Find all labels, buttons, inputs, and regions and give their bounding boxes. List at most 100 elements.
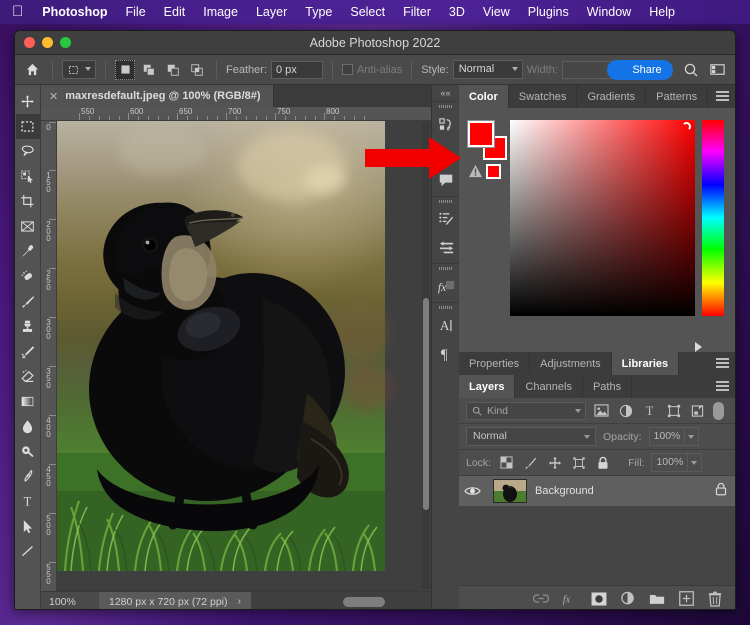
close-icon[interactable]: ✕ [49, 90, 58, 103]
scrollbar-thumb[interactable] [343, 597, 385, 607]
presets-sliders-icon[interactable] [432, 233, 460, 261]
blur-tool[interactable] [16, 414, 40, 439]
dock-grip[interactable] [432, 197, 459, 205]
hue-slider-marker[interactable] [695, 342, 702, 352]
tab-color[interactable]: Color [459, 85, 509, 108]
hue-slider[interactable] [702, 120, 724, 316]
menu-item-photoshop[interactable]: Photoshop [33, 0, 116, 24]
table-row[interactable]: Background [459, 476, 735, 506]
zoom-level[interactable]: 100% [41, 596, 99, 608]
lock-icon[interactable] [715, 482, 727, 501]
path-selection-tool[interactable] [16, 514, 40, 539]
scrollbar-thumb[interactable] [423, 298, 429, 510]
out-of-gamut-swatch[interactable] [486, 164, 501, 179]
eraser-tool[interactable] [16, 364, 40, 389]
eyedropper-tool[interactable] [16, 239, 40, 264]
link-layers-icon[interactable] [533, 591, 549, 607]
brush-tool[interactable] [16, 289, 40, 314]
panel-menu-icon[interactable] [716, 91, 729, 103]
menu-item-file[interactable]: File [117, 0, 155, 24]
object-selection-tool[interactable] [16, 164, 40, 189]
new-adjustment-layer-icon[interactable] [620, 591, 636, 607]
new-layer-icon[interactable] [678, 591, 694, 607]
character-panel-icon[interactable]: A [432, 311, 460, 339]
tool-preset-picker[interactable] [62, 60, 96, 79]
tab-adjustments[interactable]: Adjustments [530, 352, 612, 375]
filter-type-icon[interactable]: T [641, 402, 658, 419]
history-panel-icon[interactable] [432, 110, 460, 138]
lock-image-pixels-icon[interactable] [522, 454, 539, 471]
spot-healing-brush-tool[interactable] [16, 264, 40, 289]
filter-toggle-switch[interactable] [713, 402, 724, 420]
tab-layers[interactable]: Layers [459, 375, 515, 398]
menu-item-select[interactable]: Select [341, 0, 394, 24]
add-to-selection-button[interactable] [139, 60, 159, 80]
filter-shape-icon[interactable] [665, 402, 682, 419]
new-group-icon[interactable] [649, 591, 665, 607]
crop-tool[interactable] [16, 189, 40, 214]
intersect-selection-button[interactable] [187, 60, 207, 80]
layer-styles-fx-icon[interactable]: fx [432, 272, 460, 300]
menu-item-edit[interactable]: Edit [155, 0, 195, 24]
tab-properties[interactable]: Properties [459, 352, 530, 375]
tab-libraries[interactable]: Libraries [612, 352, 679, 375]
opacity-stepper[interactable] [685, 427, 699, 446]
close-window-button[interactable] [24, 37, 35, 48]
line-tool[interactable] [16, 539, 40, 564]
workspace-icon[interactable] [709, 61, 726, 83]
canvas-vertical-scrollbar[interactable] [422, 123, 430, 589]
brush-settings-icon[interactable] [432, 205, 460, 233]
blend-mode-select[interactable]: Normal [466, 427, 596, 446]
menu-item-type[interactable]: Type [296, 0, 341, 24]
layer-list[interactable]: Background [459, 476, 735, 585]
actions-play-icon[interactable] [432, 138, 460, 166]
tab-channels[interactable]: Channels [515, 375, 582, 398]
document-image[interactable] [57, 121, 385, 571]
layer-filter-kind-select[interactable]: Kind [466, 402, 586, 420]
fill-control[interactable]: 100% [651, 453, 702, 472]
menu-item-filter[interactable]: Filter [394, 0, 440, 24]
dock-grip[interactable] [432, 303, 459, 311]
canvas-horizontal-scrollbar[interactable] [251, 592, 431, 611]
paragraph-panel-icon[interactable]: ¶ [432, 339, 460, 367]
status-expander-icon[interactable]: › [238, 592, 252, 611]
menu-item-3d[interactable]: 3D [440, 0, 474, 24]
tab-paths[interactable]: Paths [583, 375, 632, 398]
style-select[interactable]: Normal [453, 60, 523, 79]
filter-adjustment-icon[interactable] [617, 402, 634, 419]
opacity-control[interactable]: 100% [649, 427, 700, 446]
layer-thumbnail[interactable] [493, 479, 527, 503]
home-icon[interactable] [21, 59, 43, 81]
tab-patterns[interactable]: Patterns [646, 85, 708, 108]
dodge-tool[interactable] [16, 439, 40, 464]
rectangular-marquee-tool[interactable] [16, 114, 40, 139]
fill-stepper[interactable] [688, 453, 702, 472]
dock-grip[interactable] [432, 264, 459, 272]
dock-grip[interactable] [432, 102, 459, 110]
clone-stamp-tool[interactable] [16, 314, 40, 339]
fill-value[interactable]: 100% [651, 453, 688, 472]
feather-input[interactable]: 0 px [271, 61, 323, 79]
menu-item-help[interactable]: Help [640, 0, 684, 24]
filter-smartobject-icon[interactable] [689, 402, 706, 419]
panel-menu-icon[interactable] [716, 381, 729, 393]
canvas-viewport[interactable] [57, 121, 431, 591]
delete-layer-icon[interactable] [707, 591, 723, 607]
subtract-from-selection-button[interactable] [163, 60, 183, 80]
lock-position-icon[interactable] [546, 454, 563, 471]
window-title-bar[interactable]: Adobe Photoshop 2022 [15, 31, 735, 55]
pen-tool[interactable] [16, 464, 40, 489]
document-tab[interactable]: ✕ maxresdefault.jpeg @ 100% (RGB/8#) [41, 85, 274, 107]
panel-menu-icon[interactable] [716, 358, 729, 370]
minimize-window-button[interactable] [42, 37, 53, 48]
lock-transparent-pixels-icon[interactable] [498, 454, 515, 471]
add-layer-mask-icon[interactable] [591, 591, 607, 607]
menu-item-view[interactable]: View [474, 0, 519, 24]
opacity-value[interactable]: 100% [649, 427, 686, 446]
vertical-ruler[interactable]: 0 150 200 250 300 350 400 [41, 121, 57, 610]
color-picker-marker[interactable] [682, 122, 691, 131]
eye-icon[interactable] [459, 485, 485, 497]
lock-artboard-icon[interactable] [570, 454, 587, 471]
new-selection-button[interactable] [115, 60, 135, 80]
type-tool[interactable]: T [16, 489, 40, 514]
